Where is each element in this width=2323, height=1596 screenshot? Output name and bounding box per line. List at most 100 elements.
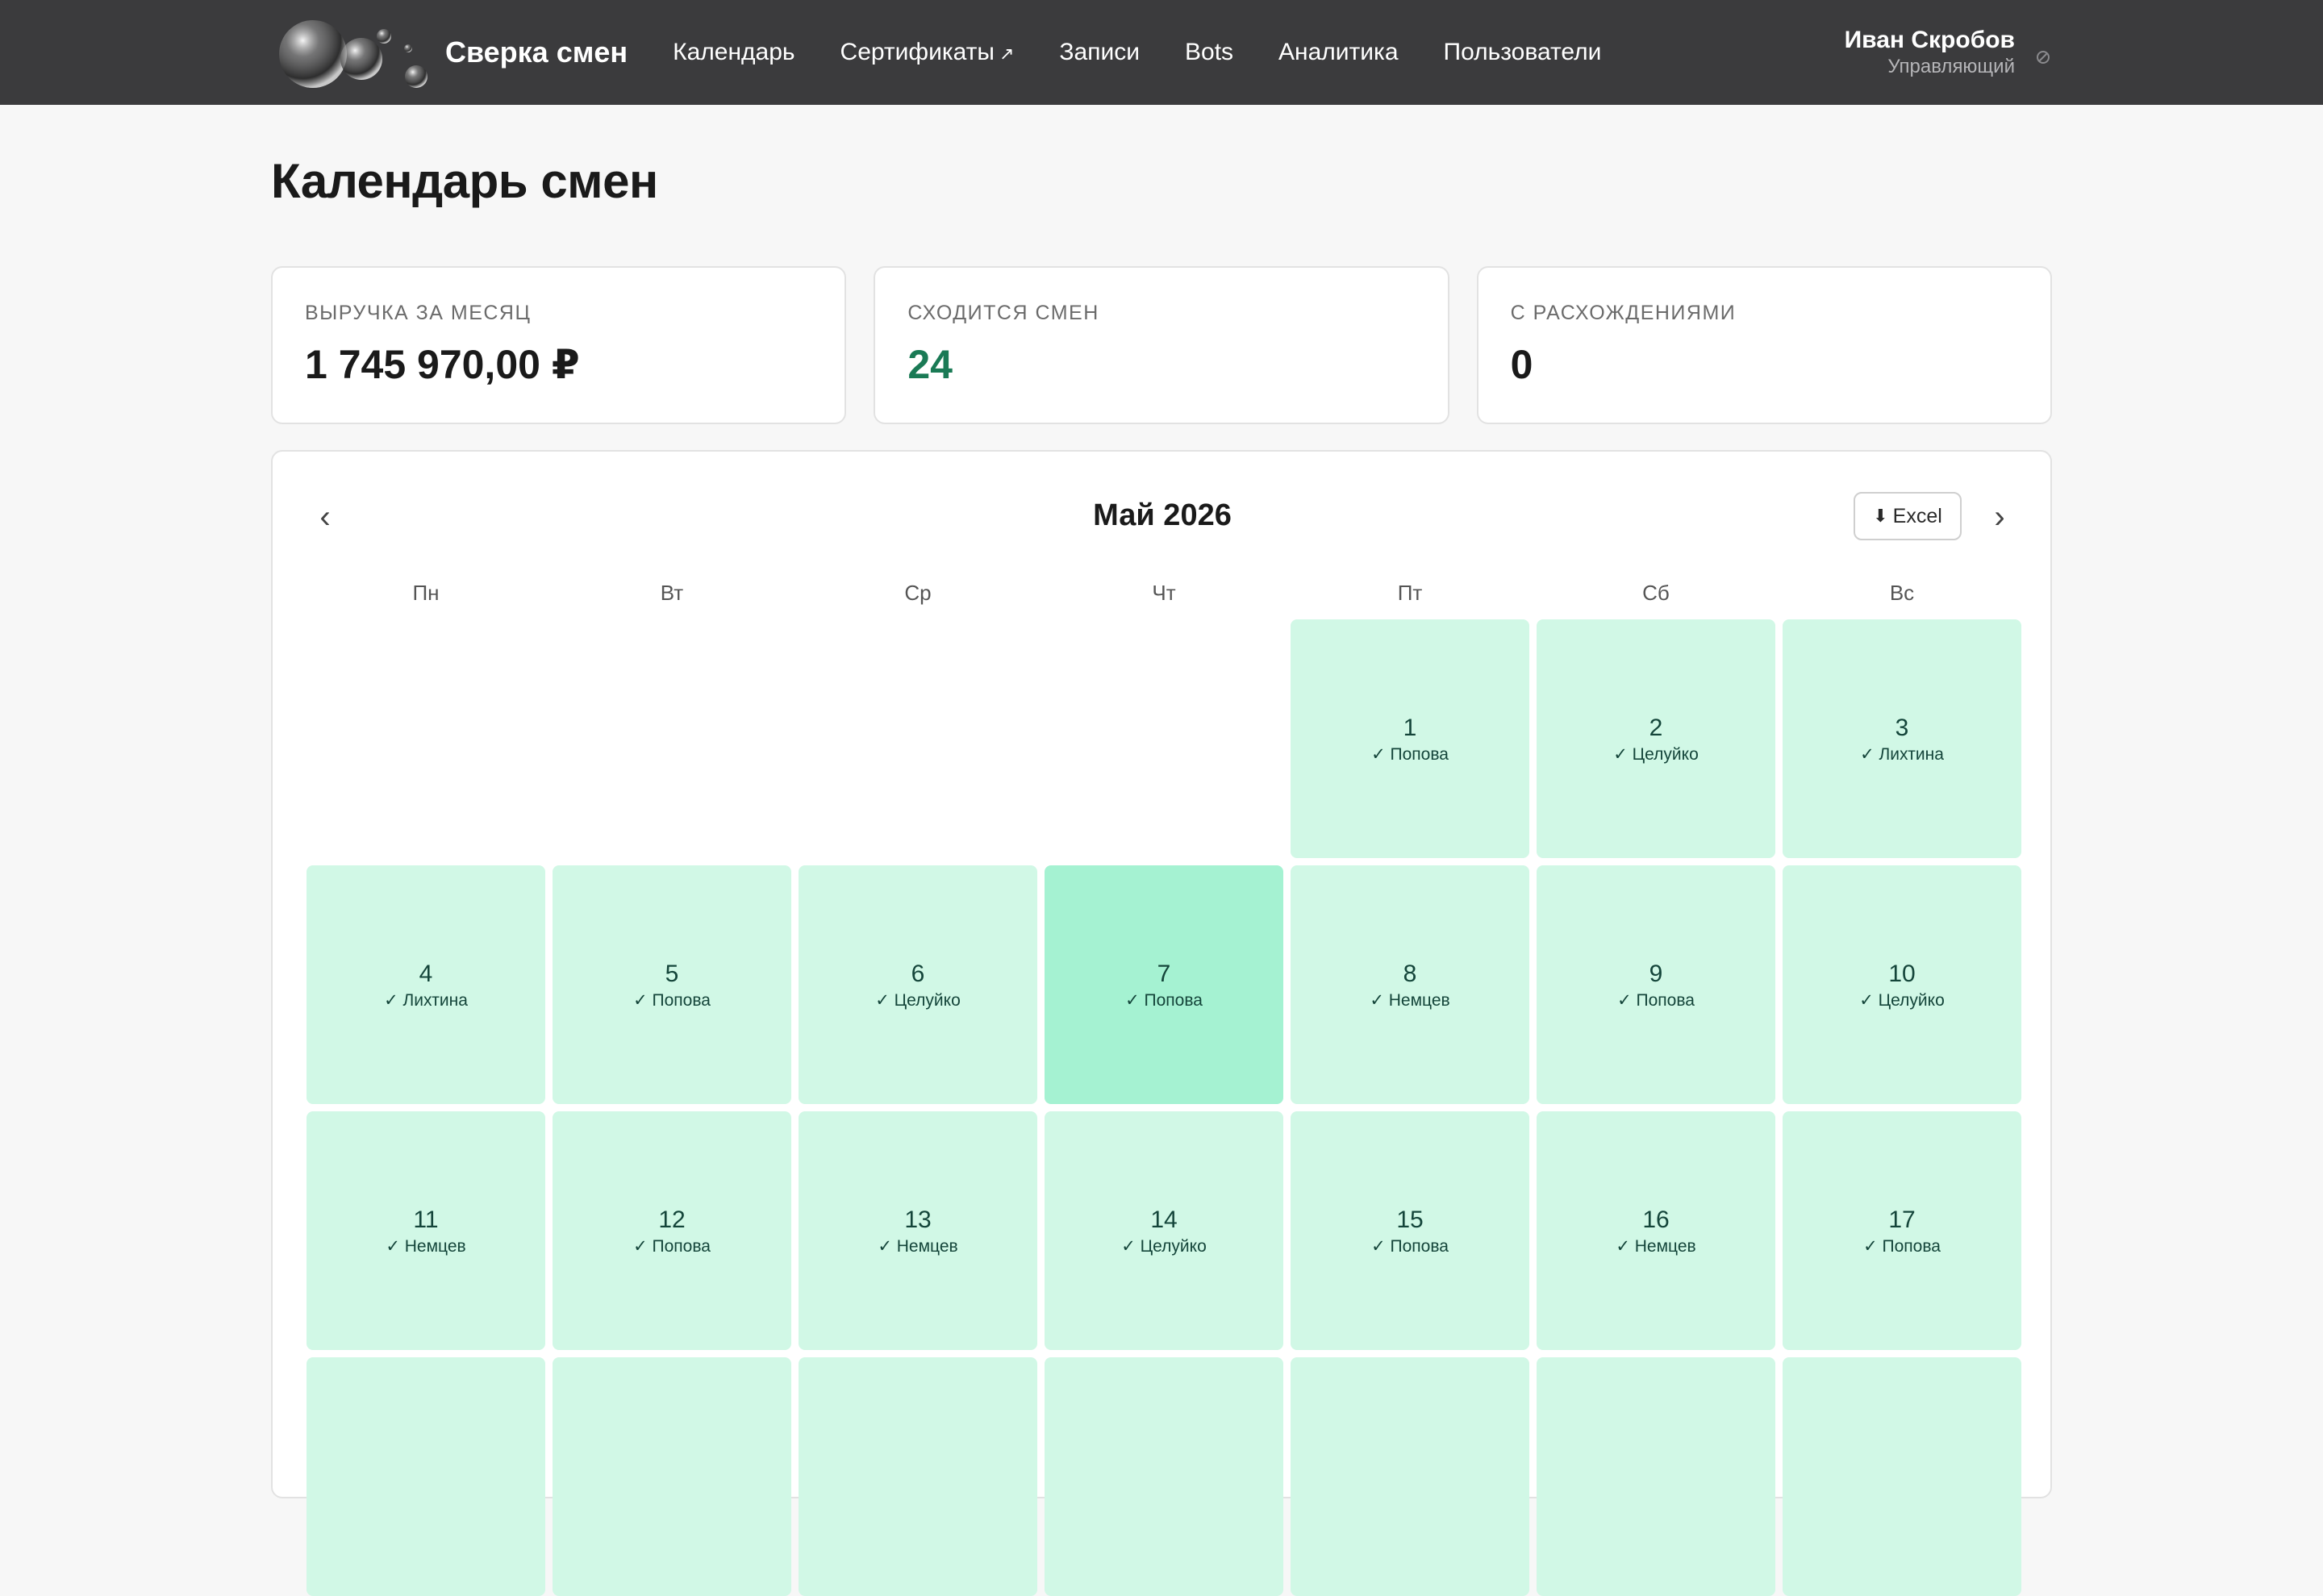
day-cell[interactable]: 2 ✓ Целуйко [1537, 619, 1775, 858]
calendar-grid: 1 ✓ Попова 2 ✓ Целуйко 3 ✓ Лихтина 4 ✓ Лихтина 5… [307, 619, 2021, 1596]
day-employee: ✓ Попова [1371, 744, 1449, 764]
nav-item-label: Календарь [673, 39, 795, 65]
day-cell[interactable]: 12 ✓ Попова [553, 1111, 791, 1350]
stat-card-2: С РАСХОЖДЕНИЯМИ 0 [1476, 266, 2052, 424]
stat-label: СХОДИТСЯ СМЕН [907, 302, 1099, 324]
stat-card-0: ВЫРУЧКА ЗА МЕСЯЦ 1 745 970,00 ₽ [271, 266, 847, 424]
day-number: 1 [1403, 714, 1417, 741]
stat-label: ВЫРУЧКА ЗА МЕСЯЦ [305, 302, 532, 324]
top-navbar: Сверка смен Календарь Сертификаты ↗ Записи B… [0, 0, 2323, 105]
day-cell[interactable]: 10 ✓ Целуйко [1783, 865, 2021, 1104]
day-cell[interactable] [1783, 1357, 2021, 1596]
stat-card-1: СХОДИТСЯ СМЕН 24 [874, 266, 1449, 424]
empty-day-cell [553, 619, 791, 858]
calendar-header: ‹ Май 2026 ⬇ Excel › [305, 492, 2020, 542]
day-employee: ✓ Попова [1125, 990, 1203, 1010]
day-number: 12 [658, 1206, 686, 1233]
nav-item-4[interactable]: Аналитика [1278, 39, 1399, 66]
calendar-month-title: Май 2026 [1093, 498, 1232, 532]
next-month-button[interactable]: › [1979, 492, 2020, 542]
day-cell[interactable]: 7 ✓ Попова [1045, 865, 1283, 1104]
day-cell[interactable] [1537, 1357, 1775, 1596]
day-number: 15 [1396, 1206, 1424, 1233]
day-number: 14 [1150, 1206, 1178, 1233]
day-cell[interactable]: 15 ✓ Попова [1291, 1111, 1529, 1350]
day-number: 10 [1888, 960, 1916, 987]
download-icon: ⬇ [1873, 506, 1888, 526]
weekday-label: Пт [1397, 581, 1423, 605]
day-number: 5 [665, 960, 679, 987]
day-cell[interactable] [553, 1357, 791, 1596]
nav-item-label: Пользователи [1443, 39, 1602, 65]
day-number: 17 [1888, 1206, 1916, 1233]
weekday-label: Ср [904, 581, 932, 605]
day-cell[interactable] [799, 1357, 1037, 1596]
excel-export-button[interactable]: ⬇ Excel [1854, 492, 1962, 540]
day-employee: ✓ Целуйко [1613, 744, 1699, 764]
day-number: 16 [1642, 1206, 1670, 1233]
main-nav: Календарь Сертификаты ↗ Записи Bots Аналитика… [673, 39, 1646, 66]
day-cell[interactable]: 6 ✓ Целуйко [799, 865, 1037, 1104]
day-employee: ✓ Целуйко [1121, 1236, 1207, 1256]
day-cell[interactable]: 8 ✓ Немцев [1291, 865, 1529, 1104]
stat-label: С РАСХОЖДЕНИЯМИ [1510, 302, 1737, 324]
day-number: 7 [1157, 960, 1171, 987]
weekday-label: Пн [412, 581, 440, 605]
weekday-label: Сб [1642, 581, 1670, 605]
nav-item-label: Записи [1059, 39, 1140, 65]
external-link-icon: ↗ [999, 44, 1015, 64]
weekday-label: Вт [660, 581, 684, 605]
day-employee: ✓ Лихтина [1860, 744, 1944, 764]
day-cell[interactable] [1291, 1357, 1529, 1596]
day-cell[interactable]: 14 ✓ Целуйко [1045, 1111, 1283, 1350]
day-employee: ✓ Целуйко [1859, 990, 1945, 1010]
nav-item-2[interactable]: Записи [1059, 39, 1140, 66]
empty-day-cell [1045, 619, 1283, 858]
nav-item-label: Аналитика [1278, 39, 1399, 65]
logout-icon[interactable] [2034, 48, 2052, 66]
nav-item-0[interactable]: Календарь [673, 39, 794, 66]
day-number: 4 [419, 960, 433, 987]
nav-item-3[interactable]: Bots [1185, 39, 1233, 66]
brand-title[interactable]: Сверка смен [445, 35, 628, 69]
day-cell[interactable]: 3 ✓ Лихтина [1783, 619, 2021, 858]
day-employee: ✓ Попова [1371, 1236, 1449, 1256]
day-employee: ✓ Немцев [1616, 1236, 1696, 1256]
day-number: 11 [413, 1206, 439, 1233]
day-employee: ✓ Лихтина [384, 990, 468, 1010]
day-employee: ✓ Попова [1863, 1236, 1941, 1256]
nav-item-5[interactable]: Пользователи [1444, 39, 1602, 66]
day-cell[interactable]: 11 ✓ Немцев [307, 1111, 545, 1350]
day-employee: ✓ Попова [1617, 990, 1695, 1010]
day-cell[interactable]: 17 ✓ Попова [1783, 1111, 2021, 1350]
excel-label: Excel [1892, 504, 1942, 527]
calendar-card: ‹ Май 2026 ⬇ Excel › Пн Вт Ср Чт Пт Сб Вс 1 ✓ П… [271, 450, 2052, 1596]
empty-day-cell [799, 619, 1037, 858]
day-number: 9 [1649, 960, 1663, 987]
day-number: 2 [1649, 714, 1663, 741]
user-menu[interactable]: Иван Скробов Управляющий [1845, 26, 2052, 79]
nav-item-label: Bots [1185, 39, 1234, 65]
weekday-label: Вс [1889, 581, 1915, 605]
bubbles-logo[interactable] [271, 12, 432, 93]
day-cell[interactable] [1045, 1357, 1283, 1596]
nav-item-1[interactable]: Сертификаты ↗ [840, 39, 1015, 66]
day-cell[interactable]: 4 ✓ Лихтина [307, 865, 545, 1104]
day-cell[interactable]: 13 ✓ Немцев [799, 1111, 1037, 1350]
day-cell[interactable]: 16 ✓ Немцев [1537, 1111, 1775, 1350]
day-employee: ✓ Попова [633, 990, 711, 1010]
user-name: Иван Скробов [1844, 27, 2015, 53]
day-number: 3 [1895, 714, 1909, 741]
weekday-header: Пн Вт Ср Чт Пт Сб Вс [307, 581, 2021, 613]
day-cell[interactable]: 9 ✓ Попова [1537, 865, 1775, 1104]
day-number: 8 [1403, 960, 1417, 987]
day-cell[interactable]: 5 ✓ Попова [553, 865, 791, 1104]
day-cell[interactable] [307, 1357, 545, 1596]
day-employee: ✓ Немцев [1370, 990, 1450, 1010]
day-number: 13 [904, 1206, 932, 1233]
day-employee: ✓ Попова [633, 1236, 711, 1256]
day-cell[interactable]: 1 ✓ Попова [1291, 619, 1529, 858]
stats-row: ВЫРУЧКА ЗА МЕСЯЦ 1 745 970,00 ₽ СХОДИТСЯ С… [271, 266, 2052, 424]
day-employee: ✓ Целуйко [875, 990, 961, 1010]
day-employee: ✓ Немцев [878, 1236, 958, 1256]
